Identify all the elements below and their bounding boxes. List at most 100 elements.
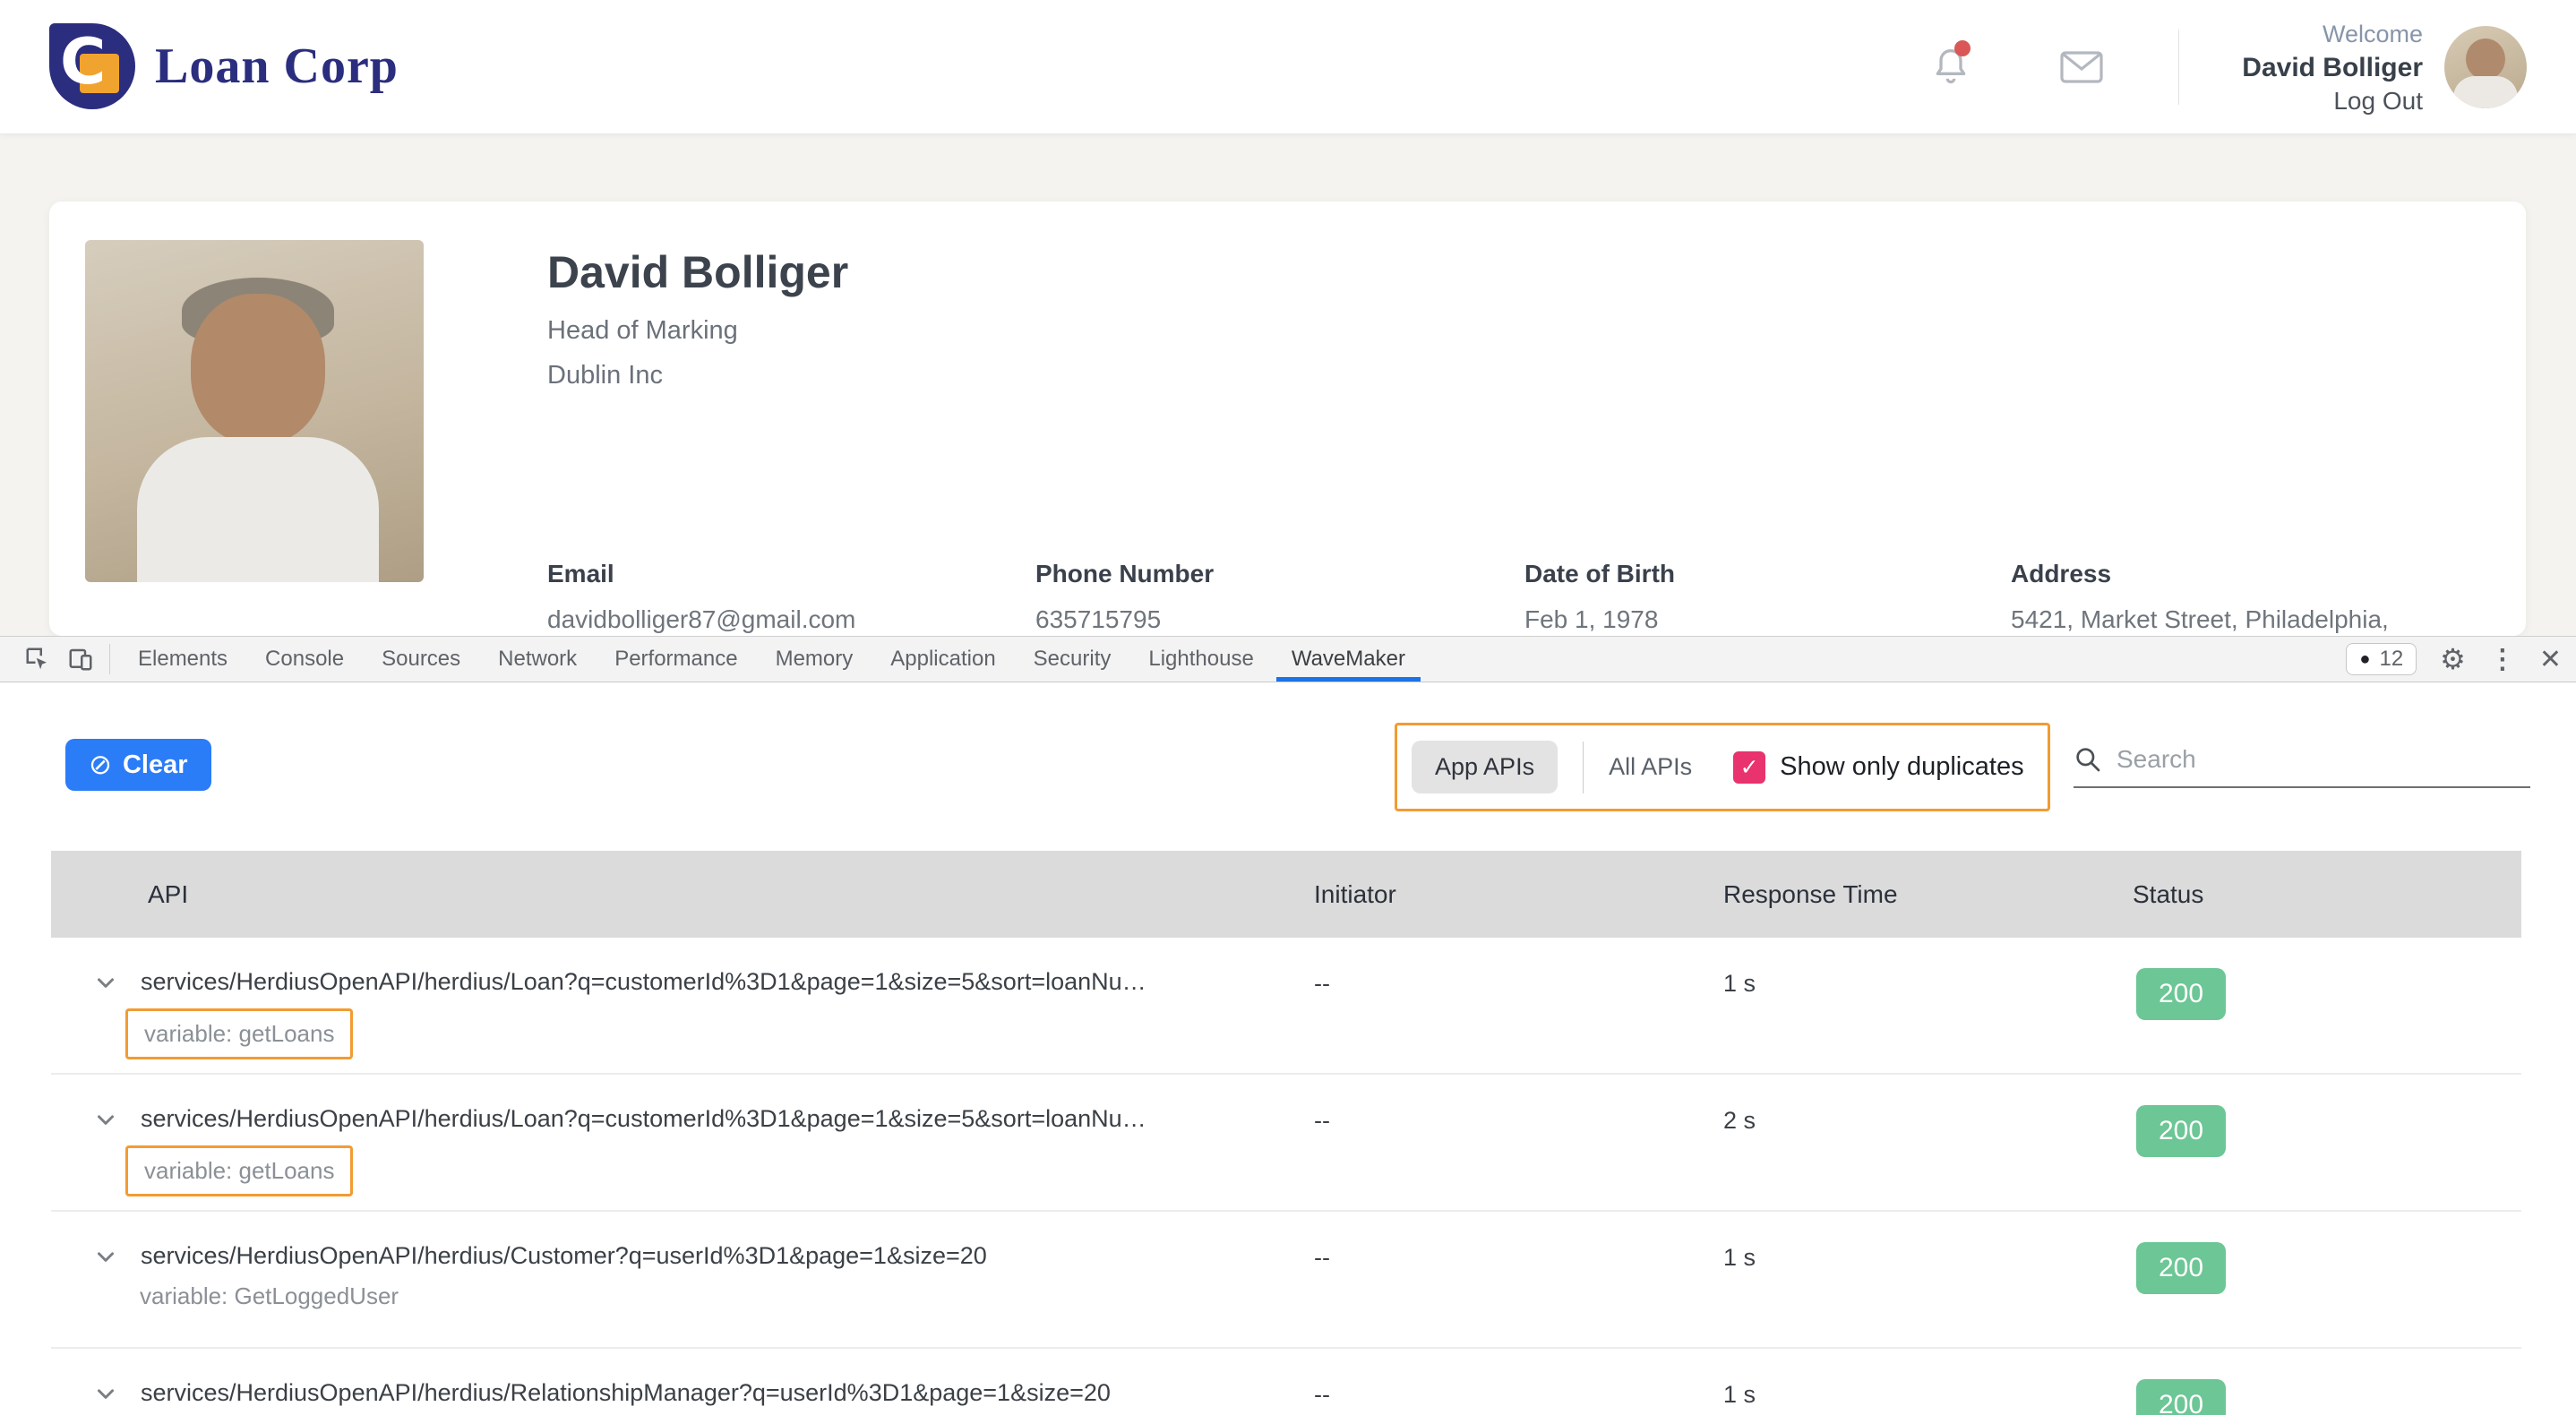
initiator-cell: -- (1314, 1379, 1723, 1409)
messages-button[interactable] (2057, 42, 2107, 92)
api-cell: services/HerdiusOpenAPI/herdius/Relation… (51, 1379, 1314, 1407)
close-devtools-icon[interactable]: ✕ (2539, 644, 2562, 675)
loan-corp-logo-icon: C (49, 23, 135, 109)
api-variable: variable: GetLoggedUser (140, 1282, 399, 1310)
chevron-down-icon[interactable] (92, 1380, 119, 1407)
tab-console[interactable]: Console (246, 637, 363, 682)
table-row[interactable]: services/HerdiusOpenAPI/herdius/Loan?q=c… (51, 1075, 2521, 1212)
search-input[interactable] (2117, 745, 2502, 774)
inspect-element-button[interactable] (16, 639, 59, 679)
status-badge: 200 (2136, 1105, 2226, 1157)
app-header: C Loan Corp Welcome David Bolliger Log O… (0, 0, 2576, 134)
status-cell: 200 (2133, 968, 2521, 1020)
tab-security[interactable]: Security (1015, 637, 1130, 682)
response-time-cell: 2 s (1723, 1105, 2133, 1135)
field-value: 635715795 (1035, 603, 1214, 637)
field-phone: Phone Number 635715795 (1035, 560, 1214, 637)
header-divider (2178, 30, 2179, 105)
table-header: API Initiator Response Time Status (51, 851, 2521, 938)
chevron-down-icon[interactable] (92, 1106, 119, 1133)
tab-memory[interactable]: Memory (757, 637, 872, 682)
devtools-tabs: ElementsConsoleSourcesNetworkPerformance… (119, 637, 1424, 682)
table-row[interactable]: services/HerdiusOpenAPI/herdius/Customer… (51, 1212, 2521, 1349)
welcome-block: Welcome David Bolliger Log Out (2242, 18, 2423, 117)
profile-photo (85, 240, 424, 582)
devtools-right-icons: ● 12 ⚙ ⋮ ✕ (2346, 637, 2576, 682)
tab-application[interactable]: Application (872, 637, 1014, 682)
search-field (2074, 745, 2530, 788)
tab-lighthouse[interactable]: Lighthouse (1129, 637, 1272, 682)
initiator-cell: -- (1314, 1105, 1723, 1135)
error-count: 12 (2379, 647, 2403, 672)
brand-logo[interactable]: C Loan Corp (49, 23, 399, 109)
field-email: Email davidbolliger87@gmail.com (547, 560, 855, 637)
wavemaker-panel: ⊘ Clear App APIs All APIs ✓ Show only du… (0, 682, 2576, 1415)
field-value: davidbolliger87@gmail.com (547, 603, 855, 637)
field-value: Feb 1, 1978 (1524, 603, 1675, 637)
field-label: Address (2011, 560, 2539, 588)
tab-network[interactable]: Network (479, 637, 596, 682)
inspect-cursor-icon (24, 646, 51, 673)
profile-card: David Bolliger Head of Marking Dublin In… (49, 202, 2526, 636)
column-header-initiator: Initiator (1314, 880, 1723, 909)
app-apis-button[interactable]: App APIs (1412, 741, 1558, 793)
api-table: API Initiator Response Time Status servi… (51, 851, 2521, 1415)
response-time-cell: 1 s (1723, 1242, 2133, 1272)
tab-performance[interactable]: Performance (596, 637, 756, 682)
toolbar-separator (109, 644, 110, 674)
welcome-text: Welcome (2242, 18, 2423, 51)
device-toolbar-icon (67, 646, 94, 673)
chevron-down-icon[interactable] (92, 1243, 119, 1270)
device-toolbar-button[interactable] (59, 639, 102, 679)
user-avatar[interactable] (2444, 26, 2527, 108)
header-user-name: David Bolliger (2242, 51, 2423, 84)
api-url: services/HerdiusOpenAPI/herdius/Loan?q=c… (141, 968, 1146, 996)
tab-wavemaker[interactable]: WaveMaker (1273, 637, 1424, 682)
check-icon: ✓ (1740, 754, 1759, 781)
search-underline (2074, 786, 2530, 788)
api-variable: variable: getLoans (125, 1008, 353, 1059)
status-badge: 200 (2136, 1242, 2226, 1294)
api-variable: variable: getLoans (125, 1145, 353, 1196)
api-filter-group: App APIs All APIs ✓ Show only duplicates (1395, 723, 2050, 811)
tab-elements[interactable]: Elements (119, 637, 246, 682)
devtools-toolbar: ElementsConsoleSourcesNetworkPerformance… (0, 636, 2576, 682)
response-time-cell: 1 s (1723, 1379, 2133, 1409)
table-row[interactable]: services/HerdiusOpenAPI/herdius/Relation… (51, 1349, 2521, 1415)
api-url: services/HerdiusOpenAPI/herdius/Relation… (141, 1379, 1111, 1407)
field-date-of-birth: Date of Birth Feb 1, 1978 (1524, 560, 1675, 637)
status-badge: 200 (2136, 968, 2226, 1020)
logout-link[interactable]: Log Out (2242, 84, 2423, 117)
search-icon (2074, 745, 2102, 774)
api-url: services/HerdiusOpenAPI/herdius/Loan?q=c… (141, 1105, 1146, 1133)
mail-icon (2060, 51, 2103, 83)
tab-sources[interactable]: Sources (363, 637, 479, 682)
settings-gear-icon[interactable]: ⚙ (2440, 642, 2466, 676)
more-options-kebab-icon[interactable]: ⋮ (2489, 644, 2516, 675)
api-cell: services/HerdiusOpenAPI/herdius/Customer… (51, 1242, 1314, 1310)
chevron-down-icon[interactable] (92, 969, 119, 996)
show-only-duplicates-checkbox[interactable]: ✓ (1733, 751, 1765, 784)
api-url: services/HerdiusOpenAPI/herdius/Customer… (141, 1242, 987, 1270)
status-cell: 200 (2133, 1242, 2521, 1294)
notifications-button[interactable] (1926, 42, 1976, 92)
table-body: services/HerdiusOpenAPI/herdius/Loan?q=c… (51, 938, 2521, 1415)
table-row[interactable]: services/HerdiusOpenAPI/herdius/Loan?q=c… (51, 938, 2521, 1075)
brand-name: Loan Corp (155, 38, 399, 95)
column-header-api: API (51, 880, 1314, 909)
field-label: Email (547, 560, 855, 588)
initiator-cell: -- (1314, 968, 1723, 998)
field-label: Phone Number (1035, 560, 1214, 588)
logo-c-letter: C (60, 25, 106, 99)
profile-title: Head of Marking (547, 316, 738, 346)
all-apis-button[interactable]: All APIs (1609, 753, 1692, 781)
error-dot-icon: ● (2359, 650, 2370, 668)
column-header-response-time: Response Time (1723, 880, 2133, 909)
profile-company: Dublin Inc (547, 361, 663, 390)
devtools-left-icons (0, 637, 119, 682)
issues-counter[interactable]: ● 12 (2346, 643, 2417, 675)
response-time-cell: 1 s (1723, 968, 2133, 998)
profile-name: David Bolliger (547, 246, 848, 298)
clear-button[interactable]: ⊘ Clear (65, 739, 211, 791)
column-header-status: Status (2133, 880, 2521, 909)
